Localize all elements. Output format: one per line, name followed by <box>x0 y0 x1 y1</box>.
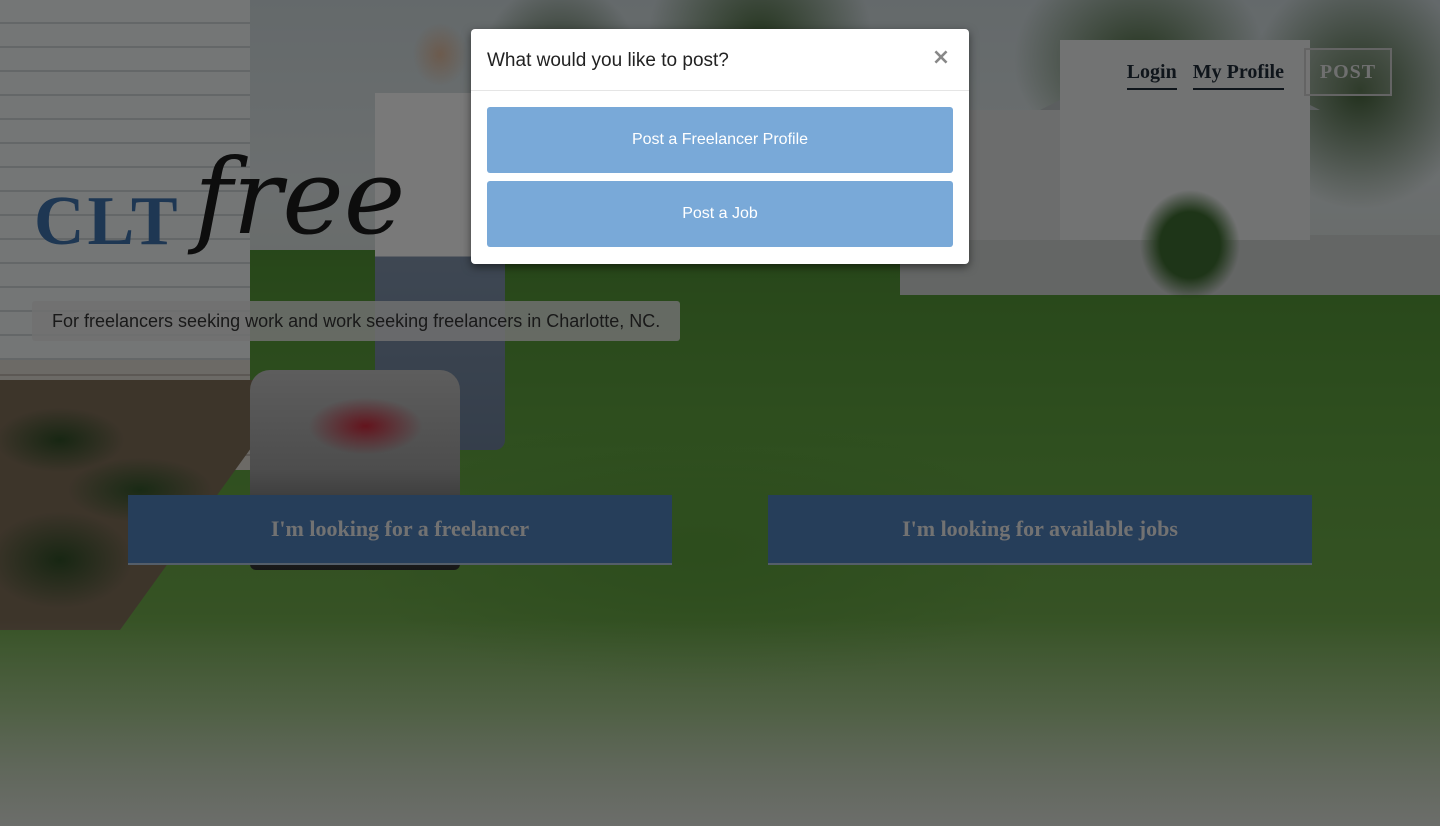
post-freelancer-profile-button[interactable]: Post a Freelancer Profile <box>487 107 953 173</box>
page: CLT free For freelancers seeking work an… <box>0 0 1440 826</box>
modal-header: What would you like to post? × <box>471 29 969 91</box>
post-type-modal: What would you like to post? × Post a Fr… <box>471 29 969 264</box>
modal-title: What would you like to post? <box>487 49 729 71</box>
post-job-button[interactable]: Post a Job <box>487 181 953 247</box>
close-icon[interactable]: × <box>929 45 953 71</box>
modal-body: Post a Freelancer Profile Post a Job <box>471 91 969 247</box>
